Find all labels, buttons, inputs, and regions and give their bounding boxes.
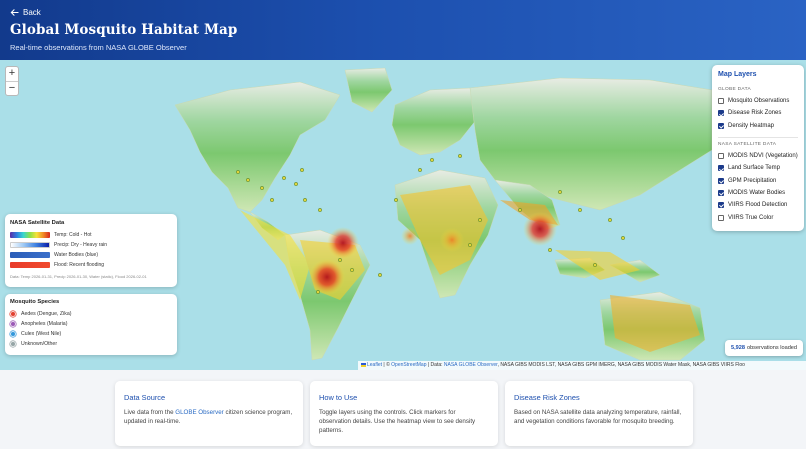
zoom-in-button[interactable]: + [6,67,18,81]
color-ramp [10,242,50,248]
layers-title: Map Layers [718,71,757,78]
page-title: Global Mosquito Habitat Map [10,22,238,38]
layer-toggle-viirs-true-color[interactable]: VIIRS True Color [718,211,798,223]
species-color-dot [10,341,16,347]
layer-checkbox[interactable] [718,177,724,184]
globe-data-heading: GLOBE DATA [718,87,751,92]
layer-toggle-disease-risk-zones[interactable]: Disease Risk Zones [718,107,798,119]
zoom-control: + − [5,66,19,96]
zoom-out-button[interactable]: − [6,81,18,95]
layers-divider [718,136,798,138]
card-title: Disease Risk Zones [514,393,580,402]
map-attribution: Leaflet | © OpenStreetMap | Data: NASA G… [358,361,806,370]
species-label: Anopheles (Malaria) [21,321,68,327]
card-text: Toggle layers using the controls. Click … [319,409,476,434]
satellite-legend-label: Water Bodies (blue) [54,252,98,258]
layer-checkbox[interactable] [718,214,724,221]
layer-checkbox[interactable] [718,189,724,196]
satellite-legend-row: Water Bodies (blue) [10,250,172,260]
layer-checkbox[interactable] [718,98,724,105]
species-legend-row: Culex (West Nile) [10,329,172,339]
species-label: Aedes (Dengue, Zika) [21,311,72,317]
card-text: Live data from the GLOBE Observer citize… [124,408,294,426]
globe-observer-link[interactable]: NASA GLOBE Observer [444,362,498,368]
observations-count: 5,928 [730,345,745,351]
species-legend-row: Aedes (Dengue, Zika) [10,309,172,319]
species-color-dot [10,311,16,317]
nasa-data-heading: NASA SATELLITE DATA [718,141,777,147]
species-color-dot [10,331,16,337]
layer-label: MODIS NDVI (Vegetation) [728,153,798,160]
card-title: Data Source [124,393,166,402]
satellite-legend-label: Temp: Cold - Hot [54,232,92,238]
attrib-rest: , NASA GIBS MODIS LST, NASA GIBS GPM IME… [497,362,745,368]
satellite-legend-row: Flood: Recent flooding [10,260,172,270]
satellite-legend-row: Temp: Cold - Hot [10,230,172,240]
map-layers-panel: Map Layers GLOBE DATA Mosquito Observati… [712,65,804,231]
satellite-legend-label: Precip: Dry - Heavy rain [54,242,108,248]
satellite-legend-label: Flood: Recent flooding [54,262,105,268]
layer-checkbox[interactable] [718,110,724,117]
satellite-legend: NASA Satellite Data Temp: Cold - Hot Prec… [5,214,177,287]
satellite-legend-note: Data: Temp 2026-01-31, Precip 2026-01-30… [10,274,147,279]
layer-checkbox[interactable] [718,122,724,129]
page-subtitle: Real-time observations from NASA GLOBE O… [10,43,187,52]
back-button[interactable]: Back [10,8,41,17]
color-ramp [10,252,50,258]
back-label: Back [23,8,41,17]
layer-toggle-gpm-precipitation[interactable]: GPM Precipitation [718,174,798,186]
layer-label: Disease Risk Zones [728,110,782,117]
card-data-source: Data Source Live data from the GLOBE Obs… [115,381,303,446]
card-disease-risk-zones: Disease Risk Zones Based on NASA satelli… [505,381,693,446]
layer-label: GPM Precipitation [728,177,777,184]
species-color-dot [10,321,16,327]
arrow-left-icon [10,9,19,16]
layer-label: Density Heatmap [728,122,775,129]
layer-label: MODIS Water Bodies [728,189,786,196]
species-legend-row: Unknown/Other [10,339,172,349]
card-title: How to Use [319,393,358,402]
color-ramp [10,232,50,238]
layer-toggle-mosquito-observations[interactable]: Mosquito Observations [718,95,798,107]
leaflet-link[interactable]: Leaflet [367,362,382,368]
layer-checkbox[interactable] [718,202,724,209]
ukraine-flag-icon [361,362,366,367]
color-ramp [10,262,50,268]
species-legend: Mosquito Species Aedes (Dengue, Zika) Ano… [5,294,177,355]
attrib-sep-1: | © [382,362,392,368]
satellite-legend-row: Precip: Dry - Heavy rain [10,240,172,250]
layer-toggle-viirs-flood-detection[interactable]: VIIRS Flood Detection [718,199,798,211]
observations-count-badge: 5,928 observations loaded [725,340,803,356]
page-header: Back Global Mosquito Habitat Map Real-ti… [0,0,806,60]
globe-observer-card-link[interactable]: GLOBE Observer [175,409,224,416]
species-label: Culex (West Nile) [21,331,62,337]
card-how-to-use: How to Use Toggle layers using the contr… [310,381,498,446]
card-text: Based on NASA satellite data analyzing t… [514,409,682,425]
satellite-legend-title: NASA Satellite Data [10,220,65,226]
layer-toggle-modis-ndvi-vegetation[interactable]: MODIS NDVI (Vegetation) [718,150,798,162]
layer-toggle-modis-water-bodies[interactable]: MODIS Water Bodies [718,187,798,199]
species-legend-title: Mosquito Species [10,299,60,305]
species-legend-row: Anopheles (Malaria) [10,319,172,329]
layer-checkbox[interactable] [718,165,724,172]
layer-toggle-density-heatmap[interactable]: Density Heatmap [718,120,798,132]
layer-label: Mosquito Observations [728,98,790,105]
observations-suffix: observations loaded [746,345,798,351]
card-text-before: Live data from the [124,409,176,416]
layer-label: VIIRS True Color [728,214,774,221]
layer-label: Land Surface Temp [728,165,780,172]
layer-toggle-land-surface-temp[interactable]: Land Surface Temp [718,162,798,174]
species-label: Unknown/Other [21,341,58,347]
osm-link[interactable]: OpenStreetMap [391,362,426,368]
layer-label: VIIRS Flood Detection [728,202,788,209]
layer-checkbox[interactable] [718,153,724,160]
attrib-sep-2: | Data: [426,362,444,368]
